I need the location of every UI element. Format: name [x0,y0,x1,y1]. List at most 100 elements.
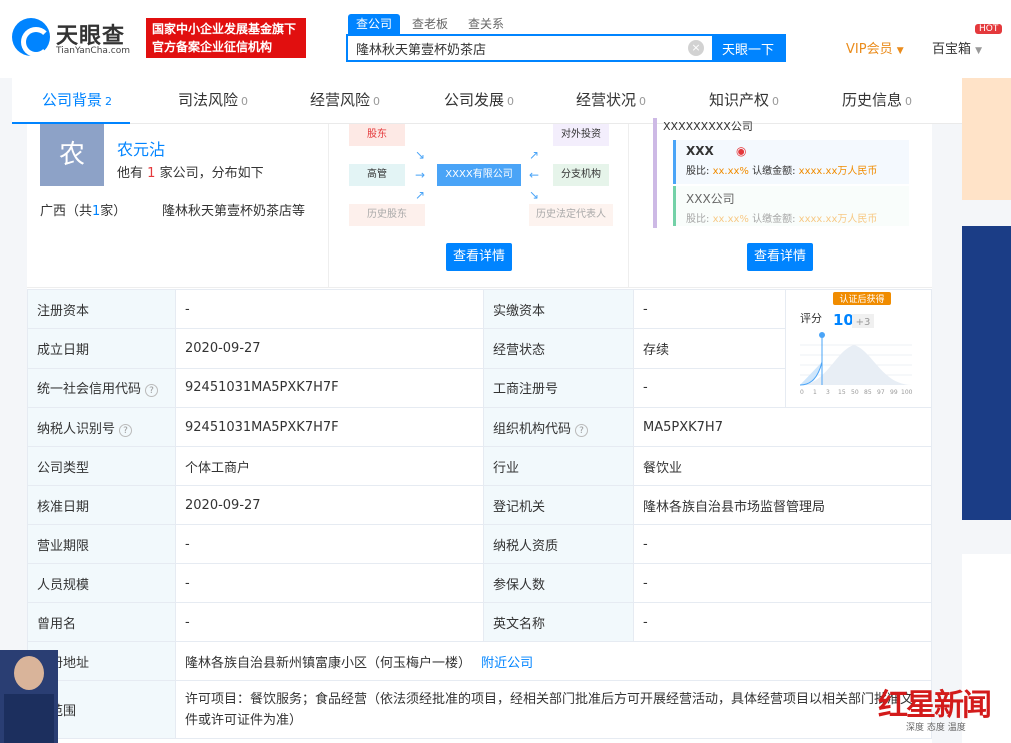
arrow-icon: ← [529,168,540,182]
table-row: 曾用名 - 英文名称 - [27,602,932,642]
label-cell: 行业 [483,446,634,486]
tree-node-1: XXX ◉ 股比: xx.xx% 认缴金额: xxxx.xx万人民币 [673,140,909,184]
tab-boss[interactable]: 查老板 [404,14,456,34]
label-cell: 经营状态 [483,328,634,369]
table-row: 核准日期 2020-09-27 登记机关 隆林各族自治县市场监督管理局 [27,485,932,525]
table-row: 纳税人识别号? 92451031MA5PXK7H7F 组织机构代码? MA5PX… [27,407,932,447]
value-cell: - [633,367,786,409]
value-cell: 2020-09-27 [175,328,484,369]
ad-banner-2[interactable] [962,226,1011,520]
executive-box: 高管 [349,164,405,186]
region-post: 家） [100,204,127,219]
value-cell: 92451031MA5PXK7H7F [175,367,484,409]
nav-count: 2 [105,95,113,108]
score-plus: +3 [856,317,871,328]
top-header: 天眼查 TianYanCha.com 国家中小企业发展基金旗下 官方备案企业征信… [0,0,1011,78]
nav-label: 经营状况 [576,91,637,109]
value-cell: 许可项目：餐饮服务；食品经营（依法须经批准的项目，经相关部门批准后方可开展经营活… [175,680,932,739]
address-value: 隆林各族自治县新州镇富康小区（何玉梅户一楼） [185,655,472,671]
tab-company[interactable]: 查公司 [348,14,401,34]
tree-line [653,118,657,228]
tick-label: 85 [864,389,872,396]
ratio-value: xx.xx% [712,166,749,177]
tick-label: 99 [890,389,898,396]
value-cell: - [633,602,932,642]
toolbox-menu[interactable]: 百宝箱 ▼ [932,38,982,57]
tick-label: 0 [800,389,804,396]
nav-count: 0 [373,95,381,108]
search-tabs: 查公司 查老板 查关系 [348,14,512,34]
label-cell: 核准日期 [27,485,176,525]
company-count: 1 [147,166,156,181]
tick-label: 100 [901,389,913,396]
arrow-icon: ↗ [529,148,540,162]
label-cell: 参保人数 [483,563,634,603]
tree-node-2: XXX公司 股比: xx.xx% 认缴金额: xxxx.xx万人民币 [673,186,909,226]
label-cell: 组织机构代码? [483,407,634,447]
presenter-suit [4,694,54,743]
tab-operation-status[interactable]: 经营状况 0 [576,78,646,124]
tree-detail-button[interactable]: 查看详情 [747,243,813,271]
arrow-icon: ↘ [529,188,540,202]
label-cell: 实缴资本 [483,288,634,330]
label-cell: 登记机关 [483,485,634,525]
tab-legal-risk[interactable]: 司法风险 0 [178,78,248,124]
ratio-label: 股比: [686,166,710,177]
table-row: 营范围 许可项目：餐饮服务；食品经营（依法须经批准的项目，经相关部门批准后方可开… [27,680,932,739]
nearby-company-link[interactable]: 附近公司 [481,656,533,671]
target-icon: ◉ [735,144,747,158]
tab-operation-risk[interactable]: 经营风险 0 [310,78,380,124]
toolbox-label: 百宝箱 [932,42,972,57]
structure-detail-button[interactable]: 查看详情 [446,243,512,271]
presenter-face [14,656,44,690]
vip-menu[interactable]: VIP会员 ▼ [846,38,904,57]
nav-label: 司法风险 [178,91,239,109]
help-icon[interactable]: ? [145,384,159,398]
nav-count: 0 [241,95,249,108]
arrow-icon: ↗ [415,188,426,202]
person-name[interactable]: 农元沾 [117,136,165,160]
person-desc: 他有 1 家公司，分布如下 [117,162,264,181]
value-cell: MA5PXK7H7 [633,407,932,447]
label-text: 组织机构代码 [493,421,572,437]
arrow-icon: → [415,168,426,182]
caret-down-icon: ▼ [896,46,904,56]
help-icon[interactable]: ? [119,423,133,437]
label-cell: 注册资本 [27,288,176,330]
value-cell: - [175,602,484,642]
person-company[interactable]: 隆林秋天第壹杯奶茶店等 [162,200,305,219]
value-cell: - [175,524,484,564]
score-cell: 认证后获得 评分 10 +3 0 1 3 15 50 85 97 99 100 [785,289,932,408]
history-rep-box: 历史法定代表人 [529,204,613,226]
value-cell: 存续 [633,328,786,369]
tab-history-info[interactable]: 历史信息 0 [842,78,912,124]
caret-down-icon: ▼ [975,46,983,56]
main-content: 农 农元沾 他有 1 家公司，分布如下 广西（共1家） 隆林秋天第壹杯奶茶店等 … [27,118,932,743]
nav-label: 知识产权 [709,91,770,109]
label-cell: 纳税人识别号? [27,407,176,447]
search-button[interactable]: 天眼一下 [712,36,784,60]
nav-count: 0 [639,95,647,108]
tab-company-background[interactable]: 公司背景 2 [42,78,112,124]
business-info-table: 注册资本 - 实缴资本 - 认证后获得 评分 10 +3 0 1 3 15 50… [27,288,932,739]
ad-banner-1[interactable] [962,78,1011,200]
value-cell: - [175,288,484,330]
clear-icon[interactable]: × [688,40,704,56]
search-input[interactable] [348,36,680,60]
table-row: 公司类型 个体工商户 行业 餐饮业 [27,446,932,486]
watermark-subtitle: 深度 态度 温度 [906,723,966,733]
label-cell: 公司类型 [27,446,176,486]
table-row: 注册地址 隆林各族自治县新州镇富康小区（何玉梅户一楼） 附近公司 [27,641,932,681]
label-cell: 统一社会信用代码? [27,367,176,409]
label-cell: 成立日期 [27,328,176,369]
score-chart: 认证后获得 评分 10 +3 0 1 3 15 50 85 97 99 100 [799,292,913,396]
table-row: 人员规模 - 参保人数 - [27,563,932,603]
region-pre: 广西（共 [40,204,93,219]
tianyancha-logo[interactable]: 天眼查 TianYanCha.com [12,18,136,60]
person-region[interactable]: 广西（共1家） [40,200,126,219]
help-icon[interactable]: ? [575,423,589,437]
tab-relation[interactable]: 查关系 [460,14,512,34]
tab-company-development[interactable]: 公司发展 0 [444,78,514,124]
value-cell: - [633,524,932,564]
arrow-icon: ↘ [415,148,426,162]
